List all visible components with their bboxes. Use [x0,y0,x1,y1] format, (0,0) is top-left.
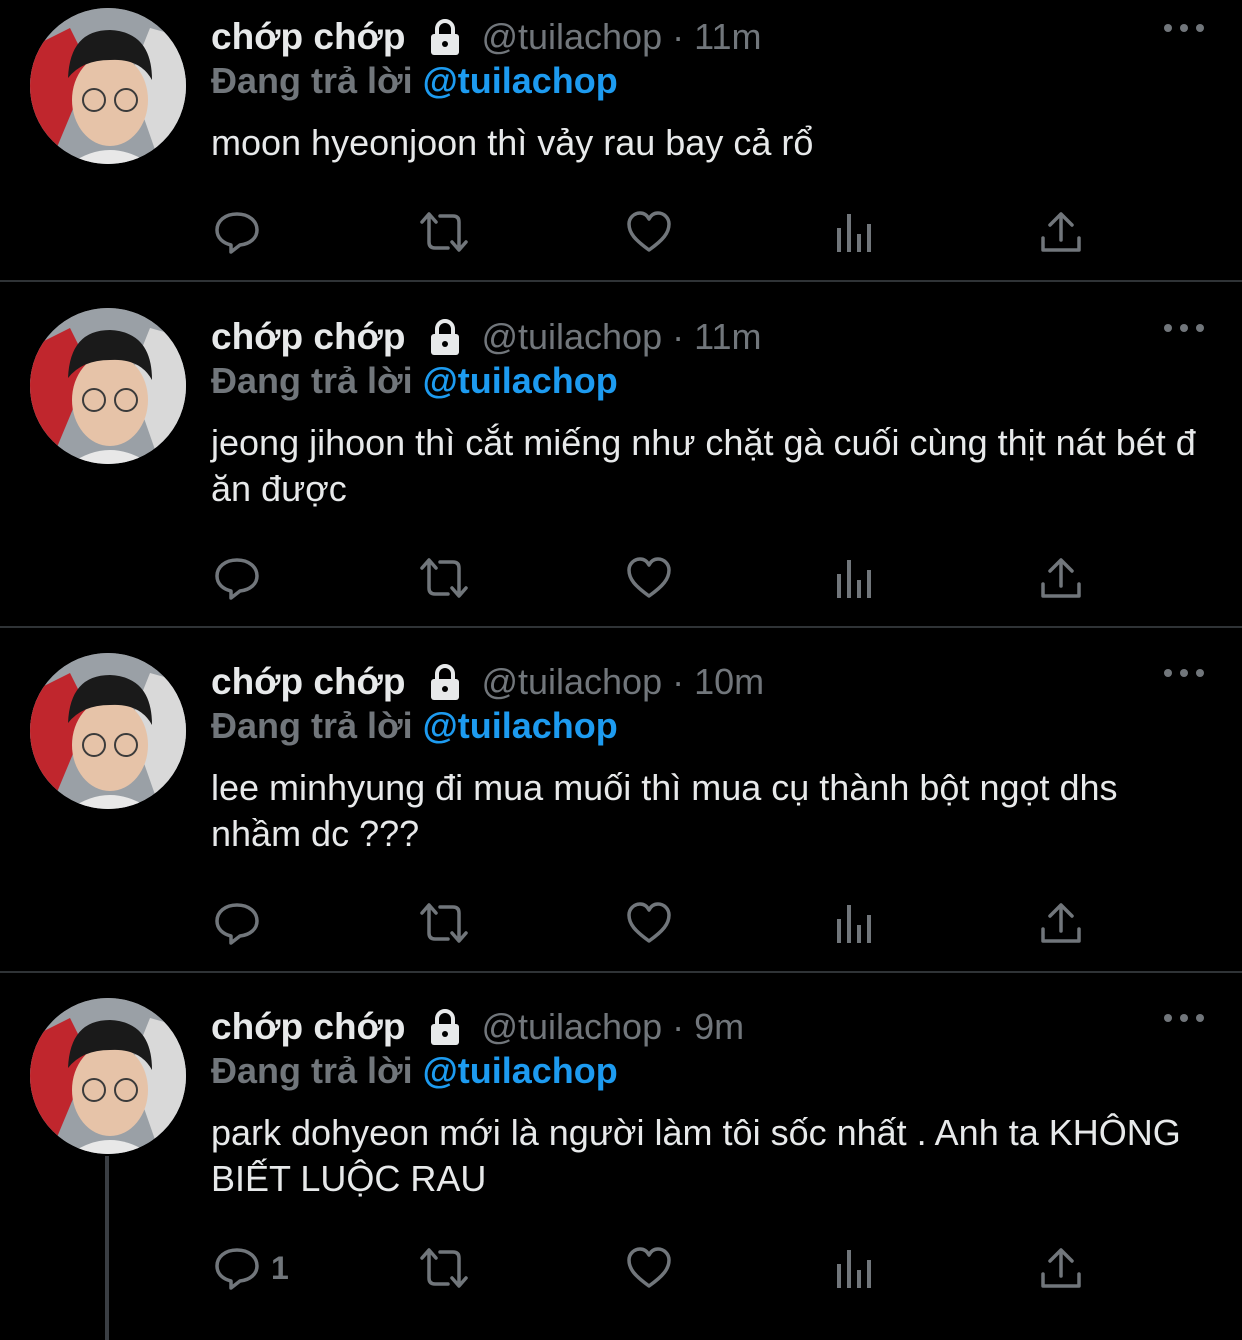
tweet-actions [211,897,1091,949]
display-name[interactable]: chớp chớp [211,661,405,703]
handle[interactable]: @tuilachop [481,1006,662,1048]
retweet-button[interactable] [416,1242,472,1294]
share-icon [1039,554,1083,602]
replying-to-label: Đang trả lời [211,1050,413,1091]
replying-to: Đang trả lời @tuilachop [211,360,618,402]
tweet-text: park dohyeon mới là người làm tôi sốc nh… [211,1112,1181,1199]
lock-icon [425,1007,465,1047]
avatar[interactable] [30,308,186,464]
heart-icon [625,1244,673,1292]
tweet-text: lee minhyung đi mua muối thì mua cụ thàn… [211,767,1118,854]
tweet-header: chớp chớp @tuilachop · 10m [211,657,764,707]
more-icon[interactable] [1164,667,1204,679]
views-icon [833,899,877,947]
replying-to-label: Đang trả lời [211,60,413,101]
replying-to-handle[interactable]: @tuilachop [423,705,618,746]
replying-to-label: Đang trả lời [211,360,413,401]
avatar[interactable] [30,998,186,1154]
reply-icon [213,1244,261,1292]
handle[interactable]: @tuilachop [481,16,662,58]
replying-to-handle[interactable]: @tuilachop [423,360,618,401]
tweet-header: chớp chớp @tuilachop · 9m [211,1002,744,1052]
retweet-icon [416,554,472,602]
more-icon[interactable] [1164,322,1204,334]
share-icon [1039,899,1083,947]
replying-to: Đang trả lời @tuilachop [211,60,618,102]
tweet[interactable]: chớp chớp @tuilachop · 10m Đang trả lời @… [0,645,1242,973]
retweet-button[interactable] [416,552,472,604]
more-icon[interactable] [1164,22,1204,34]
share-button[interactable] [1039,206,1083,258]
timestamp[interactable]: 10m [694,661,764,703]
share-button[interactable] [1039,552,1083,604]
retweet-button[interactable] [416,206,472,258]
separator-dot: · [672,16,685,57]
views-button[interactable] [833,897,877,949]
display-name[interactable]: chớp chớp [211,316,405,358]
share-button[interactable] [1039,897,1083,949]
lock-icon [425,662,465,702]
tweet-actions: 1 [211,1242,1091,1294]
share-icon [1039,208,1083,256]
replying-to-handle[interactable]: @tuilachop [423,1050,618,1091]
tweet-actions [211,552,1091,604]
share-button[interactable] [1039,1242,1083,1294]
views-icon [833,208,877,256]
reply-button[interactable]: 1 [213,1242,289,1294]
more-icon[interactable] [1164,1012,1204,1024]
reply-button[interactable] [213,206,271,258]
heart-icon [625,208,673,256]
separator-dot: · [672,661,685,702]
like-button[interactable] [625,897,673,949]
retweet-icon [416,208,472,256]
heart-icon [625,554,673,602]
reply-count: 1 [271,1249,289,1286]
separator-dot: · [672,316,685,357]
like-button[interactable] [625,1242,673,1294]
views-button[interactable] [833,206,877,258]
replying-to-handle[interactable]: @tuilachop [423,60,618,101]
replying-to: Đang trả lời @tuilachop [211,705,618,747]
timestamp[interactable]: 11m [694,316,761,358]
reply-icon [213,208,261,256]
reply-button[interactable] [213,552,271,604]
handle[interactable]: @tuilachop [481,316,662,358]
replying-to: Đang trả lời @tuilachop [211,1050,618,1092]
timestamp[interactable]: 11m [694,16,761,58]
retweet-icon [416,899,472,947]
retweet-button[interactable] [416,897,472,949]
tweet[interactable]: chớp chớp @tuilachop · 11m Đang trả lời @… [0,300,1242,628]
timestamp[interactable]: 9m [694,1006,744,1048]
handle[interactable]: @tuilachop [481,661,662,703]
thread-line [105,1156,109,1340]
retweet-icon [416,1244,472,1292]
timeline: chớp chớp @tuilachop · 11m Đang trả lời @… [0,0,1242,1340]
views-button[interactable] [833,552,877,604]
replying-to-label: Đang trả lời [211,705,413,746]
like-button[interactable] [625,206,673,258]
tweet-text: moon hyeonjoon thì vảy rau bay cả rổ [211,122,814,163]
display-name[interactable]: chớp chớp [211,16,405,58]
tweet-text: jeong jihoon thì cắt miếng như chặt gà c… [211,422,1196,509]
tweet[interactable]: chớp chớp @tuilachop · 9m Đang trả lời @t… [0,990,1242,1340]
avatar[interactable] [30,8,186,164]
reply-icon [213,899,261,947]
heart-icon [625,899,673,947]
views-button[interactable] [833,1242,877,1294]
lock-icon [425,317,465,357]
reply-icon [213,554,261,602]
lock-icon [425,17,465,57]
avatar[interactable] [30,653,186,809]
share-icon [1039,1244,1083,1292]
views-icon [833,554,877,602]
display-name[interactable]: chớp chớp [211,1006,405,1048]
tweet[interactable]: chớp chớp @tuilachop · 11m Đang trả lời @… [0,0,1242,282]
tweet-header: chớp chớp @tuilachop · 11m [211,12,761,62]
views-icon [833,1244,877,1292]
tweet-header: chớp chớp @tuilachop · 11m [211,312,761,362]
reply-button[interactable] [213,897,271,949]
like-button[interactable] [625,552,673,604]
separator-dot: · [672,1006,685,1047]
tweet-actions [211,206,1091,258]
